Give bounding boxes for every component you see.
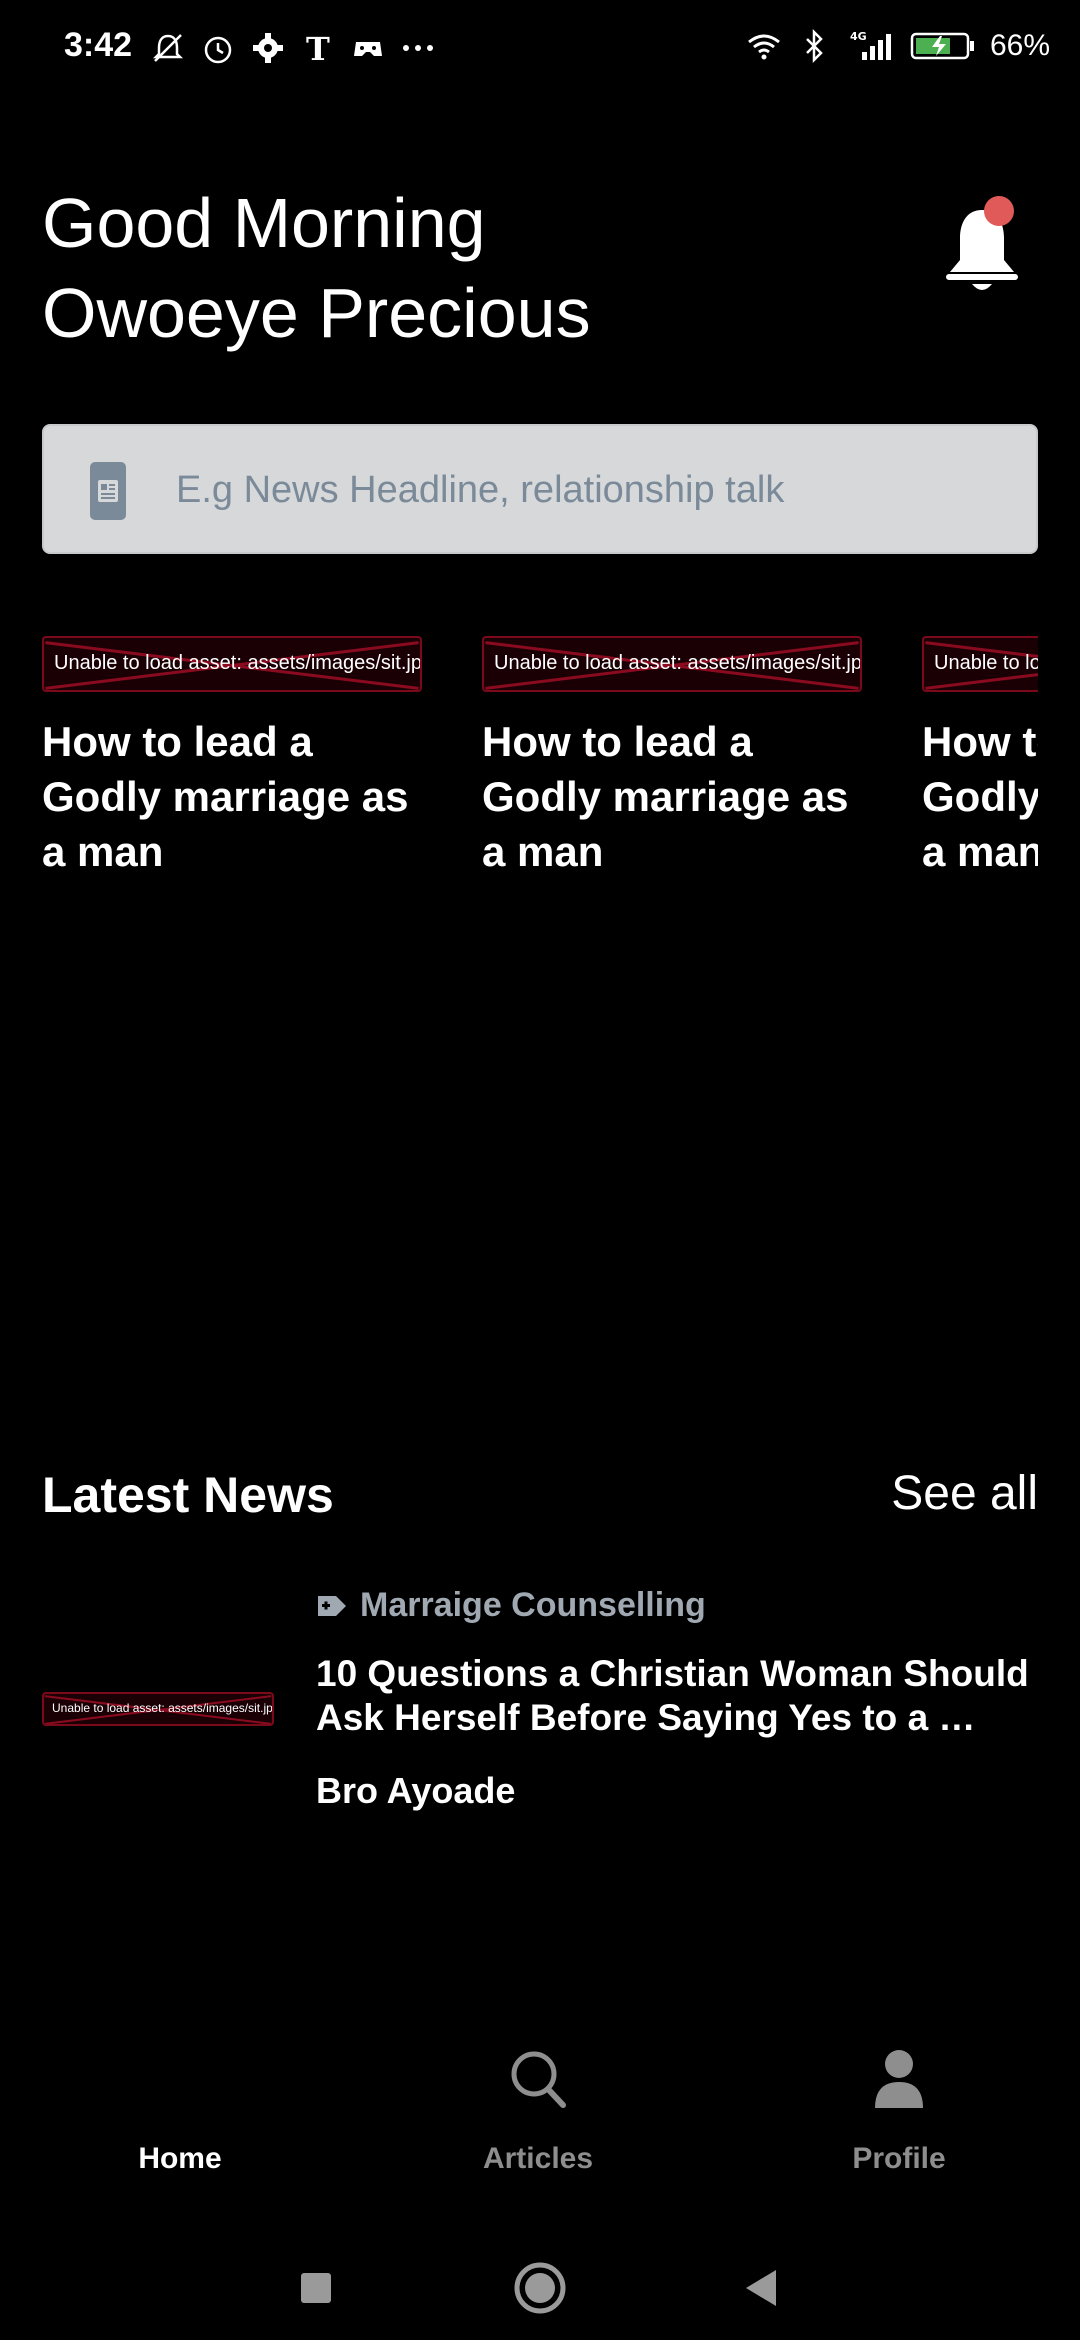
system-navigation [0,2240,1080,2340]
status-time: 3:42 [64,26,133,64]
greeting: Good Morning Owoeye Precious [42,178,591,358]
signal-icon: 4G [846,28,896,64]
status-icons-right: 4G 66% [746,28,1050,64]
status-bar: 3:42 T 4G 66% [0,0,1080,96]
image-error-text: Unable to load asset: assets/images/sit.… [52,1701,274,1715]
notification-dot [984,196,1014,226]
search-input[interactable] [174,426,1018,554]
news-category-label: Marraige Counselling [360,1586,706,1624]
image-error-text: Unable to load asset: assets/images/sit.… [494,652,862,674]
card-image-placeholder: Unable to load asset: assets/images/sit.… [922,636,1038,692]
carousel-card[interactable]: Unable to load asset: assets/images/sit.… [482,630,882,879]
news-list-item[interactable]: Unable to load asset: assets/images/sit.… [42,1580,1038,1820]
battery-icon [910,28,976,64]
user-name: Owoeye Precious [42,274,591,352]
svg-text:T: T [306,30,330,66]
bluetooth-icon [796,28,832,64]
image-error-text: Unable to load asset: assets/images/sit.… [934,652,1038,674]
carousel-card[interactable]: Unable to load asset: assets/images/sit.… [922,630,1038,879]
latest-news-title: Latest News [42,1467,334,1523]
newspaper-icon [90,462,126,520]
nyt-icon: T [300,30,336,66]
home-button-icon[interactable] [510,2258,570,2318]
nav-item-articles[interactable]: Articles [428,2030,648,2180]
nav-label-home: Home [138,2142,222,2175]
news-image-placeholder: Unable to load asset: assets/images/sit.… [42,1692,274,1726]
recents-button-icon[interactable] [286,2258,346,2318]
card-image-placeholder: Unable to load asset: assets/images/sit.… [42,636,422,692]
card-title: How to lead a Godly marriage as a man [922,718,1038,875]
alarm-icon [200,30,236,66]
mute-icon [150,30,186,66]
label-icon [318,1595,346,1616]
card-title: How to lead a Godly marriage as a man [482,718,849,875]
carousel-card[interactable]: Unable to load asset: assets/images/sit.… [42,630,442,879]
back-button-icon[interactable] [732,2258,792,2318]
status-icons-left: T [150,30,436,66]
news-category: Marraige Counselling [316,1586,706,1625]
search-icon [511,2051,566,2108]
gear-icon [250,30,286,66]
nav-item-home[interactable]: Home [70,2030,290,2180]
image-error-text: Unable to load asset: assets/images/sit.… [54,652,422,674]
game-icon [350,30,386,66]
search-bar[interactable] [42,424,1038,554]
news-author: Bro Ayoade [316,1770,516,1811]
featured-carousel[interactable]: Unable to load asset: assets/images/sit.… [42,630,1038,890]
battery-percent: 66% [989,29,1050,62]
card-image-placeholder: Unable to load asset: assets/images/sit.… [482,636,862,692]
more-icon [400,30,436,66]
nav-item-profile[interactable]: Profile [789,2030,1009,2180]
person-icon [875,2050,923,2108]
greeting-line-1: Good Morning [42,184,486,262]
card-title: How to lead a Godly marriage as a man [42,718,409,875]
bottom-navigation: Home Articles Profile [0,2030,1080,2180]
see-all-link[interactable]: See all [891,1466,1038,1521]
nav-label-profile: Profile [852,2142,946,2175]
network-type: 4G [850,30,867,43]
news-title: 10 Questions a Christian Woman Should As… [316,1653,1029,1738]
nav-label-articles: Articles [482,2142,594,2175]
wifi-icon [746,28,782,64]
